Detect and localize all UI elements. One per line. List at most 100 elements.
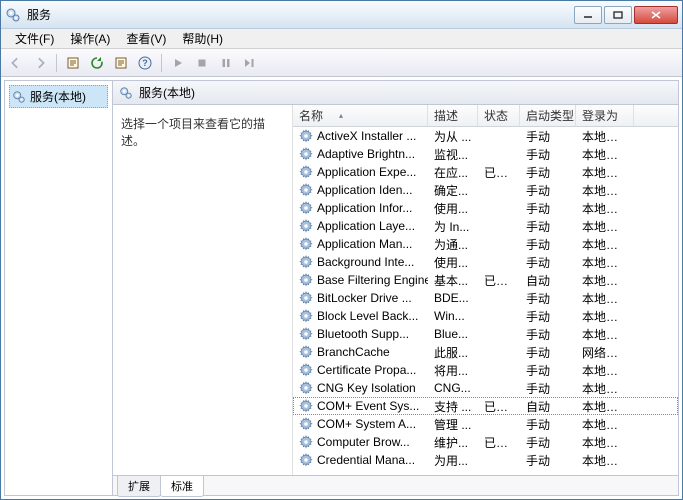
service-row[interactable]: Computer Brow...维护...已启动手动本地系统 — [293, 433, 678, 451]
gear-icon — [299, 309, 313, 323]
forward-button[interactable] — [29, 52, 51, 74]
service-startup: 手动 — [520, 182, 576, 199]
tab-extended[interactable]: 扩展 — [117, 476, 161, 497]
col-logon[interactable]: 登录为 — [576, 105, 634, 126]
service-logon: 本地系统 — [576, 380, 634, 397]
service-status: 已启动 — [478, 164, 520, 181]
service-row[interactable]: COM+ System A...管理 ...手动本地系统 — [293, 415, 678, 433]
pause-service-button[interactable] — [215, 52, 237, 74]
service-desc: Win... — [428, 309, 478, 323]
service-row[interactable]: Application Expe...在应...已启动手动本地系统 — [293, 163, 678, 181]
service-logon: 本地服务 — [576, 146, 634, 163]
col-desc[interactable]: 描述 — [428, 105, 478, 126]
service-startup: 手动 — [520, 380, 576, 397]
service-row[interactable]: Application Laye... 为 In... 手动本地服务 — [293, 217, 678, 235]
gears-icon — [119, 86, 133, 100]
service-logon: 本地系统 — [576, 434, 634, 451]
service-name: Bluetooth Supp... — [317, 327, 409, 341]
tab-standard[interactable]: 标准 — [160, 476, 204, 497]
service-logon: 本地服务 — [576, 218, 634, 235]
service-rows[interactable]: ActiveX Installer ...为从 ...手动本地系统Adaptiv… — [293, 127, 678, 475]
service-desc: 基本... — [428, 272, 478, 289]
service-name: Application Expe... — [317, 165, 416, 179]
service-logon: 本地服务 — [576, 272, 634, 289]
col-name[interactable]: 名称 — [293, 105, 428, 126]
service-row[interactable]: BranchCache此服...手动网络服务 — [293, 343, 678, 361]
help-button[interactable] — [134, 52, 156, 74]
back-button[interactable] — [5, 52, 27, 74]
service-startup: 手动 — [520, 200, 576, 217]
service-row[interactable]: Block Level Back... Win... 手动本地系统 — [293, 307, 678, 325]
service-name: Block Level Back... — [317, 309, 418, 323]
titlebar[interactable]: 服务 — [1, 1, 682, 29]
service-row[interactable]: Background Inte...使用...手动本地系统 — [293, 253, 678, 271]
service-status: 已启动 — [478, 272, 520, 289]
service-name: COM+ System A... — [317, 417, 416, 431]
toolbar — [1, 49, 682, 77]
service-name: Application Laye... — [317, 219, 415, 233]
service-status: 已启动 — [478, 434, 520, 451]
minimize-button[interactable] — [574, 6, 602, 24]
service-logon: 本地系统 — [576, 290, 634, 307]
service-logon: 本地服务 — [576, 182, 634, 199]
service-desc: 为 In... — [428, 218, 478, 235]
service-startup: 自动 — [520, 398, 576, 415]
menu-file[interactable]: 文件(F) — [7, 28, 62, 49]
service-row[interactable]: Application Infor...使用...手动本地系统 — [293, 199, 678, 217]
service-startup: 手动 — [520, 146, 576, 163]
maximize-button[interactable] — [604, 6, 632, 24]
service-row[interactable]: Base Filtering Engine基本...已启动自动本地服务 — [293, 271, 678, 289]
service-row[interactable]: Adaptive Brightn...监视...手动本地服务 — [293, 145, 678, 163]
toolbar-separator — [161, 54, 162, 72]
service-row[interactable]: Bluetooth Supp...Blue...手动本地服务 — [293, 325, 678, 343]
service-row[interactable]: BitLocker Drive ...BDE...手动本地系统 — [293, 289, 678, 307]
service-startup: 手动 — [520, 254, 576, 271]
service-row[interactable]: ActiveX Installer ...为从 ...手动本地系统 — [293, 127, 678, 145]
service-desc: 为从 ... — [428, 128, 478, 145]
toolbar-separator — [56, 54, 57, 72]
menu-help[interactable]: 帮助(H) — [174, 28, 231, 49]
service-row[interactable]: Application Iden... 确定... 手动本地服务 — [293, 181, 678, 199]
export-list-button[interactable] — [62, 52, 84, 74]
service-startup: 手动 — [520, 218, 576, 235]
service-startup: 手动 — [520, 434, 576, 451]
service-startup: 手动 — [520, 308, 576, 325]
service-row[interactable]: Credential Mana...为用...手动本地系统 — [293, 451, 678, 469]
col-startup[interactable]: 启动类型 — [520, 105, 576, 126]
gear-icon — [299, 219, 313, 233]
service-row[interactable]: CNG Key Isolation CNG... 手动本地系统 — [293, 379, 678, 397]
service-row[interactable]: Application Man...为通...手动本地系统 — [293, 235, 678, 253]
service-logon: 本地系统 — [576, 362, 634, 379]
gear-icon — [299, 345, 313, 359]
service-logon: 本地系统 — [576, 254, 634, 271]
service-logon: 本地系统 — [576, 164, 634, 181]
service-row[interactable]: Certificate Propa...将用...手动本地系统 — [293, 361, 678, 379]
service-name: CNG Key Isolation — [317, 381, 416, 395]
restart-service-button[interactable] — [239, 52, 261, 74]
col-status[interactable]: 状态 — [478, 105, 520, 126]
tree-root-item[interactable]: 服务(本地) — [9, 85, 108, 108]
service-name: Background Inte... — [317, 255, 414, 269]
service-status: 已启动 — [478, 398, 520, 415]
menu-view[interactable]: 查看(V) — [118, 28, 174, 49]
service-name: Computer Brow... — [317, 435, 410, 449]
menu-action[interactable]: 操作(A) — [62, 28, 118, 49]
gear-icon — [299, 237, 313, 251]
refresh-button[interactable] — [86, 52, 108, 74]
service-startup: 手动 — [520, 452, 576, 469]
service-desc: 确定... — [428, 182, 478, 199]
service-desc: 管理 ... — [428, 416, 478, 433]
service-list: 名称 描述 状态 启动类型 登录为 ActiveX Installer ...为… — [293, 105, 678, 475]
properties-button[interactable] — [110, 52, 132, 74]
start-service-button[interactable] — [167, 52, 189, 74]
service-desc: CNG... — [428, 381, 478, 395]
stop-service-button[interactable] — [191, 52, 213, 74]
service-name: Application Iden... — [317, 183, 412, 197]
gears-icon — [12, 90, 26, 104]
service-row[interactable]: COM+ Event Sys...支持 ...已启动自动本地服务 — [293, 397, 678, 415]
pane-title: 服务(本地) — [139, 84, 195, 101]
gear-icon — [299, 291, 313, 305]
gear-icon — [299, 435, 313, 449]
close-button[interactable] — [634, 6, 678, 24]
service-logon: 本地系统 — [576, 308, 634, 325]
